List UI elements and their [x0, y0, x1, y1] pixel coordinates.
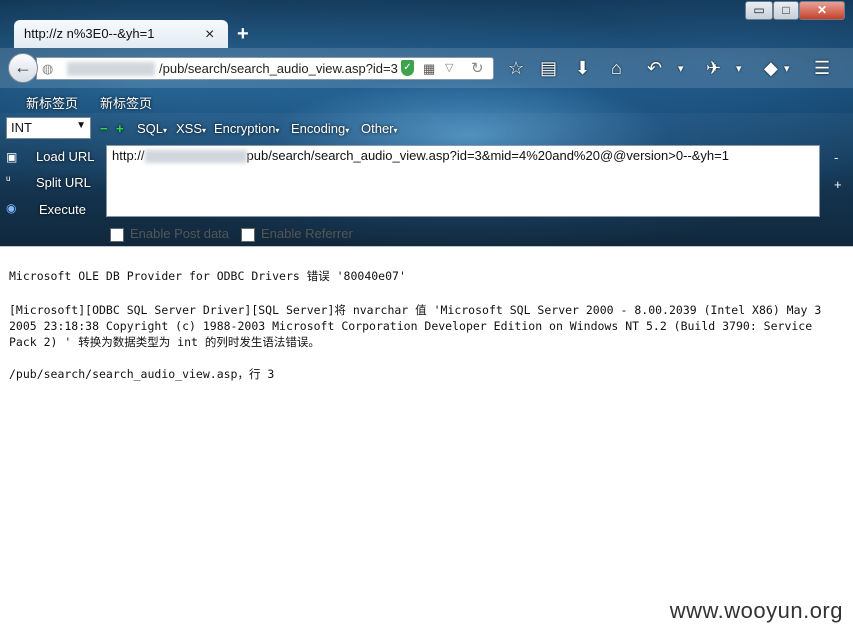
error-location: /pub/search/search_audio_view.asp，行 3 — [9, 367, 275, 381]
redacted-host — [67, 62, 155, 76]
error-detail-line: Pack 2) ' 转换为数据类型为 int 的列时发生语法错误。 — [9, 335, 320, 349]
execute-button[interactable]: Execute — [39, 202, 86, 217]
split-url-button[interactable]: Split URL — [36, 175, 91, 190]
menu-other[interactable]: Other▾ — [361, 121, 398, 136]
bookmark-item[interactable]: 新标签页 — [26, 93, 78, 112]
tab-close-icon[interactable]: × — [205, 26, 214, 44]
enable-referrer-checkbox[interactable]: Enable Referrer — [241, 226, 353, 242]
checkbox-box[interactable] — [110, 227, 124, 242]
chevron-down-icon[interactable]: ▾ — [736, 62, 742, 75]
reader-list-icon[interactable]: ▤ — [540, 58, 557, 79]
reload-icon[interactable]: ↻ — [471, 59, 484, 77]
address-text: /pub/search/search_audio_view.asp?id=3 — [159, 61, 398, 76]
globe-icon: ◍ — [42, 61, 54, 76]
bookmark-star-icon[interactable]: ☆ — [508, 58, 524, 79]
checkbox-box[interactable] — [241, 227, 255, 242]
bookmark-item[interactable]: 新标签页 — [100, 93, 152, 112]
back-button[interactable]: ← — [8, 53, 38, 83]
menu-xss[interactable]: XSS▾ — [176, 121, 206, 136]
url-textarea[interactable]: http:// pub/search/search_audio_view.asp?… — [106, 145, 820, 217]
watermark: www.wooyun.org — [669, 598, 843, 623]
shield-icon[interactable]: ✓ — [401, 60, 414, 76]
load-url-button[interactable]: Load URL — [36, 149, 95, 164]
chevron-down-icon[interactable]: ▽ — [445, 61, 453, 74]
url-prefix: http:// — [112, 148, 145, 163]
minus-icon[interactable]: - — [834, 150, 838, 165]
enable-post-checkbox[interactable]: Enable Post data — [110, 226, 229, 242]
addon-icon[interactable]: ◆ — [764, 58, 778, 79]
undo-icon[interactable]: ↶ — [647, 58, 662, 79]
chevron-down-icon[interactable]: ▾ — [784, 62, 790, 75]
split-url-icon: ᵘ — [6, 173, 11, 187]
qr-code-icon[interactable]: ▦ — [423, 61, 435, 77]
maximize-button[interactable]: □ — [773, 1, 799, 20]
menu-icon[interactable]: ☰ — [814, 58, 830, 79]
minimize-button[interactable]: ▭ — [745, 1, 773, 20]
error-detail-line: 2005 23:18:38 Copyright (c) 1988-2003 Mi… — [9, 319, 813, 333]
chevron-down-icon[interactable]: ▾ — [678, 62, 684, 75]
menu-encoding[interactable]: Encoding▾ — [291, 121, 349, 136]
error-detail-line: [Microsoft][ODBC SQL Server Driver][SQL … — [9, 303, 822, 317]
execute-icon: ◉ — [6, 201, 17, 215]
new-tab-button[interactable]: + — [237, 23, 249, 46]
enable-referrer-label: Enable Referrer — [261, 226, 353, 241]
error-title: Microsoft OLE DB Provider for ODBC Drive… — [9, 269, 406, 283]
menu-encryption[interactable]: Encryption▾ — [214, 121, 279, 136]
type-select-value: INT — [11, 120, 32, 135]
minus-icon[interactable]: − — [100, 121, 108, 136]
download-icon[interactable]: ⬇ — [575, 58, 590, 79]
enable-post-label: Enable Post data — [130, 226, 230, 241]
home-icon[interactable]: ⌂ — [611, 58, 622, 79]
redacted-host — [144, 150, 247, 164]
browser-tab[interactable]: http://z n%3E0--&yh=1 — [14, 20, 228, 48]
chevron-down-icon: ▼ — [76, 120, 86, 131]
plus-icon[interactable]: + — [834, 177, 842, 192]
plus-icon[interactable]: + — [116, 121, 124, 136]
menu-sql[interactable]: SQL▾ — [137, 121, 167, 136]
type-select[interactable]: INT ▼ — [6, 117, 91, 139]
window-close-button[interactable]: ✕ — [799, 1, 845, 20]
rocket-icon[interactable]: ✈ — [706, 58, 721, 79]
tab-title: http://z n%3E0--&yh=1 — [24, 26, 155, 41]
address-bar[interactable]: ◍ /pub/search/search_audio_view.asp?id=3… — [36, 57, 494, 80]
url-path: pub/search/search_audio_view.asp?id=3&mi… — [246, 148, 729, 163]
load-url-icon: ▣ — [6, 150, 18, 164]
